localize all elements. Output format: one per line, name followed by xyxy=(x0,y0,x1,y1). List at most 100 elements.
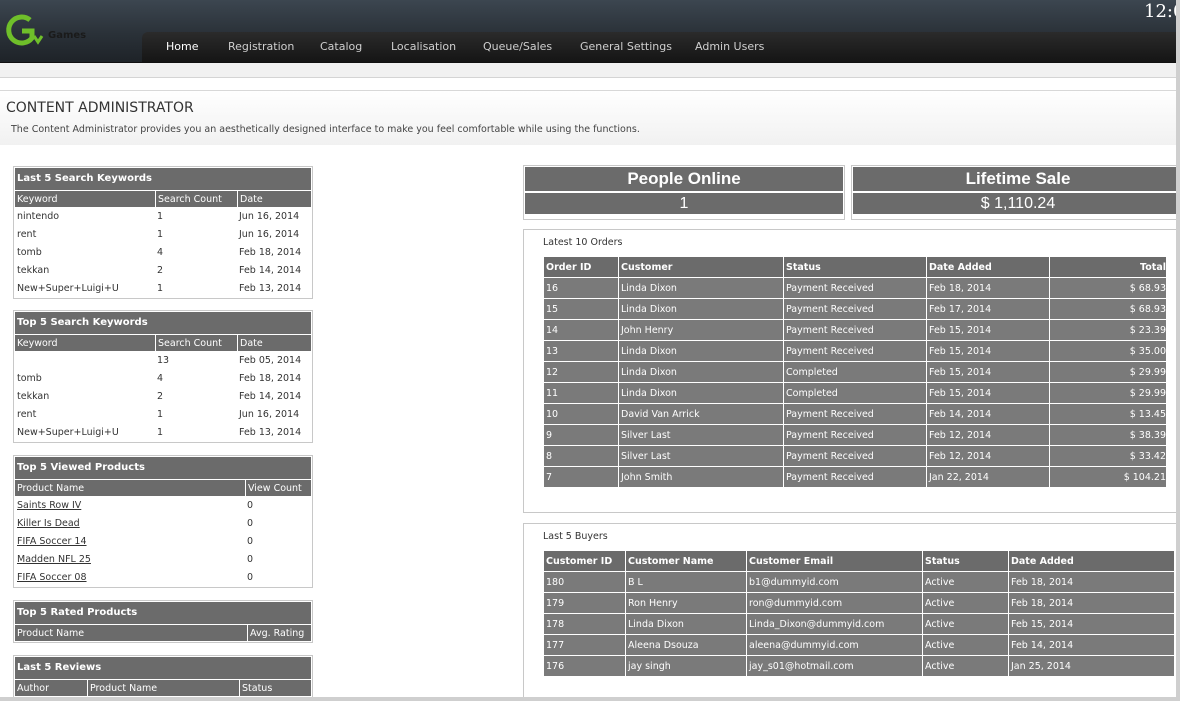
customer-name: jay singh xyxy=(626,656,746,676)
col-status: Status xyxy=(923,551,1008,571)
customer-id: 180 xyxy=(544,572,625,592)
search-count: 1 xyxy=(157,210,164,222)
title-bar: CONTENT ADMINISTRATOR The Content Admini… xyxy=(0,90,1176,145)
product-link[interactable]: Madden NFL 25 xyxy=(17,554,91,565)
search-count: 1 xyxy=(157,408,164,420)
keyword: rent xyxy=(17,408,37,420)
top-viewed-table: Product Name View Count Saints Row IV 0 K… xyxy=(15,479,311,586)
nav-localisation[interactable]: Localisation xyxy=(391,32,456,62)
search-count: 13 xyxy=(157,354,170,366)
customer-email: ron@dummyid.com xyxy=(747,593,922,613)
status: Payment Received xyxy=(784,320,926,340)
orders-table: Order ID Customer Status Date Added Tota… xyxy=(543,256,1167,488)
view-count: 0 xyxy=(247,571,254,583)
customer-email: b1@dummyid.com xyxy=(747,572,922,592)
table-row: Madden NFL 25 0 xyxy=(15,550,311,568)
table-row[interactable]: 180 B Lb1@dummyid.com Active Feb 18, 2014 xyxy=(544,572,1174,592)
table-row: New+Super+Luigi+U 1 Feb 13, 2014 xyxy=(15,279,311,297)
lifetime-sale-value: $ 1,110.24 xyxy=(853,193,1180,214)
date: Jun 16, 2014 xyxy=(239,210,300,222)
panel-title: Top 5 Rated Products xyxy=(15,602,311,624)
customer: Silver Last xyxy=(619,425,783,445)
nav-catalog[interactable]: Catalog xyxy=(320,32,362,62)
date-added: Feb 15, 2014 xyxy=(1009,614,1174,634)
product-link[interactable]: Saints Row IV xyxy=(17,500,81,511)
table-row: FIFA Soccer 14 0 xyxy=(15,532,311,550)
table-row[interactable]: 10 David Van Arrick Payment Received Feb 14… xyxy=(544,404,1166,424)
search-count: 1 xyxy=(157,426,164,438)
table-row[interactable]: 8 Silver Last Payment Received Feb 12, 2014… xyxy=(544,446,1166,466)
product-link[interactable]: FIFA Soccer 14 xyxy=(17,536,87,547)
people-online-label: People Online xyxy=(525,167,843,191)
table-row: nintendo 1 Jun 16, 2014 xyxy=(15,207,311,225)
date: Feb 13, 2014 xyxy=(239,282,302,294)
product-link[interactable]: Killer Is Dead xyxy=(17,518,80,529)
table-row[interactable]: 7 John Smith Payment Received Jan 22, 2014 $… xyxy=(544,467,1166,487)
status: Active xyxy=(923,656,1008,676)
nav-queue-sales[interactable]: Queue/Sales xyxy=(483,32,552,62)
table-row[interactable]: 15 Linda Dixon Payment Received Feb 17, 201… xyxy=(544,299,1166,319)
col-avg-rating: Avg. Rating xyxy=(247,624,311,641)
buyers-table: Customer ID Customer Name Customer Email… xyxy=(543,550,1175,677)
nav-registration[interactable]: Registration xyxy=(228,32,294,62)
date-added: Feb 18, 2014 xyxy=(1009,593,1174,613)
people-online-value: 1 xyxy=(525,193,843,214)
table-row[interactable]: 179 Ron Henry ron@dummyid.com Active Feb 18,… xyxy=(544,593,1174,613)
table-row[interactable]: 178 Linda Dixon Linda_Dixon@dummyid.com Act… xyxy=(544,614,1174,634)
date-added: Jan 25, 2014 xyxy=(1009,656,1174,676)
nav-general-settings[interactable]: General Settings xyxy=(580,32,672,62)
table-row[interactable]: 12 Linda Dixon Completed Feb 15, 2014 $ 29.9… xyxy=(544,362,1166,382)
table-row[interactable]: 177 Aleena Dsouza aleena@dummyid.com Active… xyxy=(544,635,1174,655)
table-row[interactable]: 9 Silver Last Payment Received Feb 12, 2014… xyxy=(544,425,1166,445)
table-row: Killer Is Dead 0 xyxy=(15,514,311,532)
top-header: Games 12:0 Home Registration Catalog Loc… xyxy=(0,0,1180,63)
nav-admin-users[interactable]: Admin Users xyxy=(695,32,764,62)
date-added: Feb 15, 2014 xyxy=(927,383,1049,403)
order-id: 8 xyxy=(544,446,618,466)
table-row[interactable]: 16 Linda Dixon Payment Received Feb 18, 201… xyxy=(544,278,1166,298)
panel-title: Top 5 Search Keywords xyxy=(15,312,311,334)
date-added: Feb 14, 2014 xyxy=(1009,635,1174,655)
col-status: Status xyxy=(239,679,311,696)
date: Feb 05, 2014 xyxy=(239,354,302,366)
status: Payment Received xyxy=(784,341,926,361)
table-row: tomb 4 Feb 18, 2014 xyxy=(15,369,311,387)
col-product-name: Product Name xyxy=(87,679,239,696)
search-count: 4 xyxy=(157,246,164,258)
order-id: 16 xyxy=(544,278,618,298)
logo-text: Games xyxy=(48,30,87,41)
panel-title: Top 5 Viewed Products xyxy=(15,457,311,479)
keyword: tomb xyxy=(17,372,42,384)
nav-home[interactable]: Home xyxy=(166,32,198,62)
view-count: 0 xyxy=(247,553,254,565)
view-count: 0 xyxy=(247,499,254,511)
col-date-added: Date Added xyxy=(927,257,1049,277)
keyword: New+Super+Luigi+U xyxy=(17,282,119,294)
status: Payment Received xyxy=(784,404,926,424)
table-row[interactable]: 176 jay singh jay_s01@hotmail.com Active Jan… xyxy=(544,656,1174,676)
search-count: 2 xyxy=(157,390,164,402)
search-count: 2 xyxy=(157,264,164,276)
status: Active xyxy=(923,635,1008,655)
table-row[interactable]: 11 Linda Dixon Completed Feb 15, 2014 $ 29.9… xyxy=(544,383,1166,403)
keyword xyxy=(15,351,155,369)
customer-name: Ron Henry xyxy=(626,593,746,613)
date: Jun 16, 2014 xyxy=(239,408,300,420)
last-buyers-section: Last 5 Buyers Customer ID Customer Name … xyxy=(523,523,1180,701)
games-logo[interactable]: Games xyxy=(0,6,100,56)
order-id: 14 xyxy=(544,320,618,340)
status: Payment Received xyxy=(784,425,926,445)
last-reviews-table: Author Product Name Status xyxy=(15,679,311,696)
status: Active xyxy=(923,614,1008,634)
keyword: nintendo xyxy=(17,210,60,222)
table-row[interactable]: 13 Linda Dixon Payment Received Feb 15, 201… xyxy=(544,341,1166,361)
customer: Linda Dixon xyxy=(619,383,783,403)
col-keyword: Keyword xyxy=(15,190,155,207)
customer-id: 176 xyxy=(544,656,625,676)
order-id: 12 xyxy=(544,362,618,382)
table-row: FIFA Soccer 08 0 xyxy=(15,568,311,586)
panel-title: Last 5 Reviews xyxy=(15,657,311,679)
product-link[interactable]: FIFA Soccer 08 xyxy=(17,572,87,583)
col-date-added: Date Added xyxy=(1009,551,1174,571)
table-row[interactable]: 14 John Henry Payment Received Feb 15, 2014… xyxy=(544,320,1166,340)
